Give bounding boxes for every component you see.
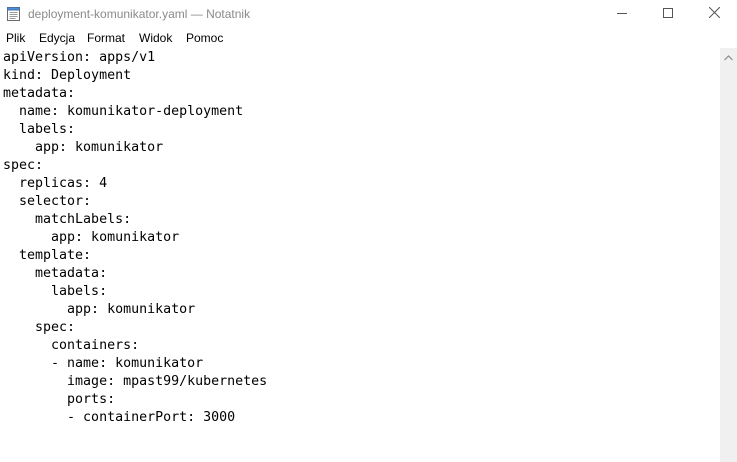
editor-line: - containerPort: 3000 — [3, 410, 236, 425]
editor-line: app: komunikator — [3, 140, 164, 155]
editor-line: labels: — [3, 122, 76, 137]
editor-line: metadata: — [3, 86, 76, 101]
close-icon — [708, 5, 720, 23]
window-title: deployment-komunikator.yaml — Notatnik — [28, 7, 251, 21]
text-editor[interactable]: apiVersion: apps/v1 kind: Deployment met… — [0, 48, 720, 462]
vertical-scrollbar[interactable] — [720, 48, 737, 462]
editor-line: name: komunikator-deployment — [3, 104, 244, 119]
editor-line: metadata: — [3, 266, 108, 281]
editor-line: replicas: 4 — [3, 176, 108, 191]
editor-line: spec: — [3, 320, 76, 335]
scroll-up-button[interactable] — [720, 48, 737, 65]
menu-bar: Plik Edycja Format Widok Pomoc — [0, 28, 737, 48]
notepad-icon — [7, 6, 20, 21]
editor-line: apiVersion: apps/v1 — [3, 50, 156, 65]
scroll-up-arrow-icon — [724, 48, 733, 66]
editor-line: containers: — [3, 338, 140, 353]
menu-view[interactable]: Widok — [136, 28, 175, 48]
editor-line: template: — [3, 248, 92, 263]
menu-edit[interactable]: Edycja — [36, 28, 78, 48]
title-bar[interactable]: deployment-komunikator.yaml — Notatnik — [0, 0, 737, 28]
editor-line: image: mpast99/kubernetes — [3, 374, 268, 389]
editor-line: selector: — [3, 194, 92, 209]
menu-file[interactable]: Plik — [3, 28, 28, 48]
close-button[interactable] — [691, 0, 737, 28]
editor-line: - name: komunikator — [3, 356, 204, 371]
editor-line: spec: — [3, 158, 44, 173]
minimize-button[interactable] — [599, 0, 645, 28]
maximize-icon — [663, 5, 673, 23]
menu-help[interactable]: Pomoc — [183, 28, 226, 48]
editor-line: ports: — [3, 392, 116, 407]
editor-line: app: komunikator — [3, 230, 180, 245]
editor-line: matchLabels: — [3, 212, 132, 227]
maximize-button[interactable] — [645, 0, 691, 28]
editor-line: labels: — [3, 284, 108, 299]
editor-line: app: komunikator — [3, 302, 196, 317]
editor-line: kind: Deployment — [3, 68, 132, 83]
minimize-icon — [617, 5, 627, 23]
menu-format[interactable]: Format — [84, 28, 128, 48]
